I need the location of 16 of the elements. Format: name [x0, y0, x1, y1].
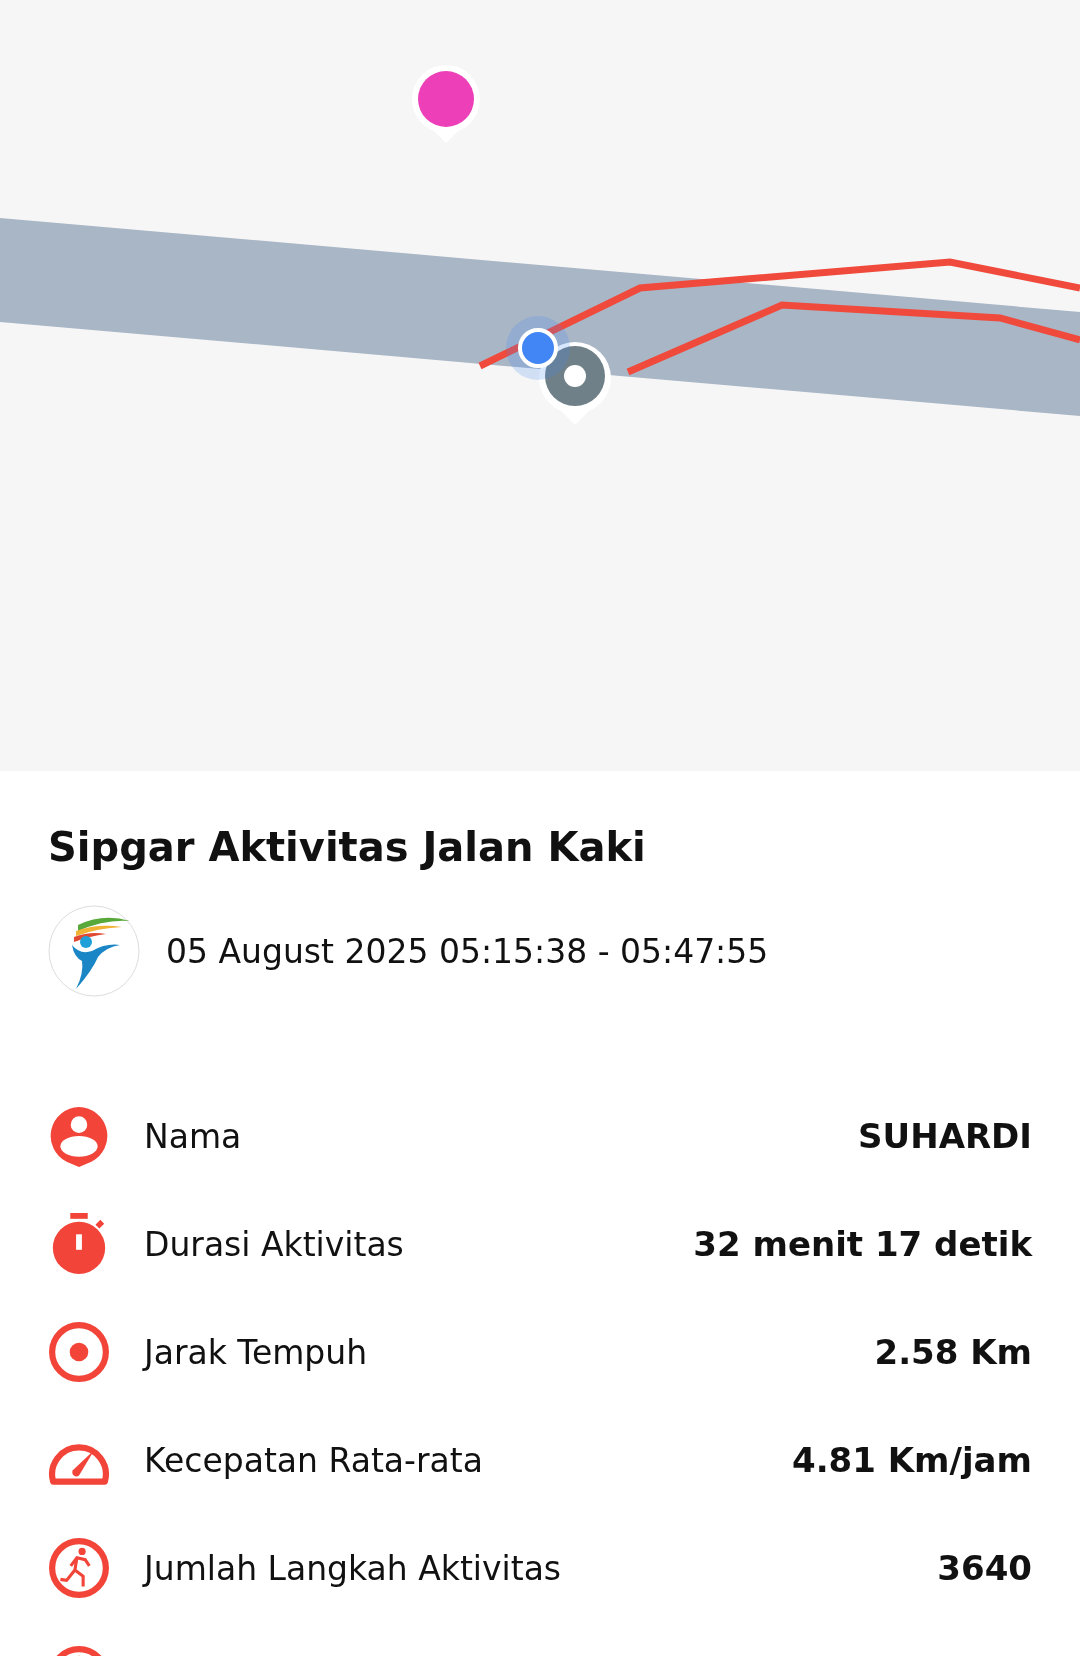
stat-label: Kecepatan Rata-rata — [144, 1440, 484, 1480]
activity-title: Sipgar Aktivitas Jalan Kaki — [48, 823, 647, 871]
stat-value: 32 menit 17 detik — [693, 1224, 1032, 1264]
stat-label: Nama — [144, 1116, 243, 1156]
target-icon — [48, 1321, 110, 1383]
person-pin-icon — [48, 1105, 110, 1167]
stat-label: Jarak Tempuh — [144, 1332, 369, 1372]
walking-icon — [48, 1537, 110, 1599]
stat-label: Durasi Aktivitas — [144, 1224, 405, 1264]
stat-value: 3640 — [937, 1548, 1032, 1588]
activity-datetime: 05 August 2025 05:15:38 - 05:47:55 — [166, 931, 769, 971]
stat-value: SUHARDI — [858, 1116, 1032, 1156]
stat-label: Jumlah Langkah Aktivitas — [144, 1548, 563, 1588]
runner-logo-icon — [48, 905, 140, 997]
stat-value: 4.81 Km/jam — [792, 1440, 1032, 1480]
stat-value: 2.58 Km — [874, 1332, 1032, 1372]
